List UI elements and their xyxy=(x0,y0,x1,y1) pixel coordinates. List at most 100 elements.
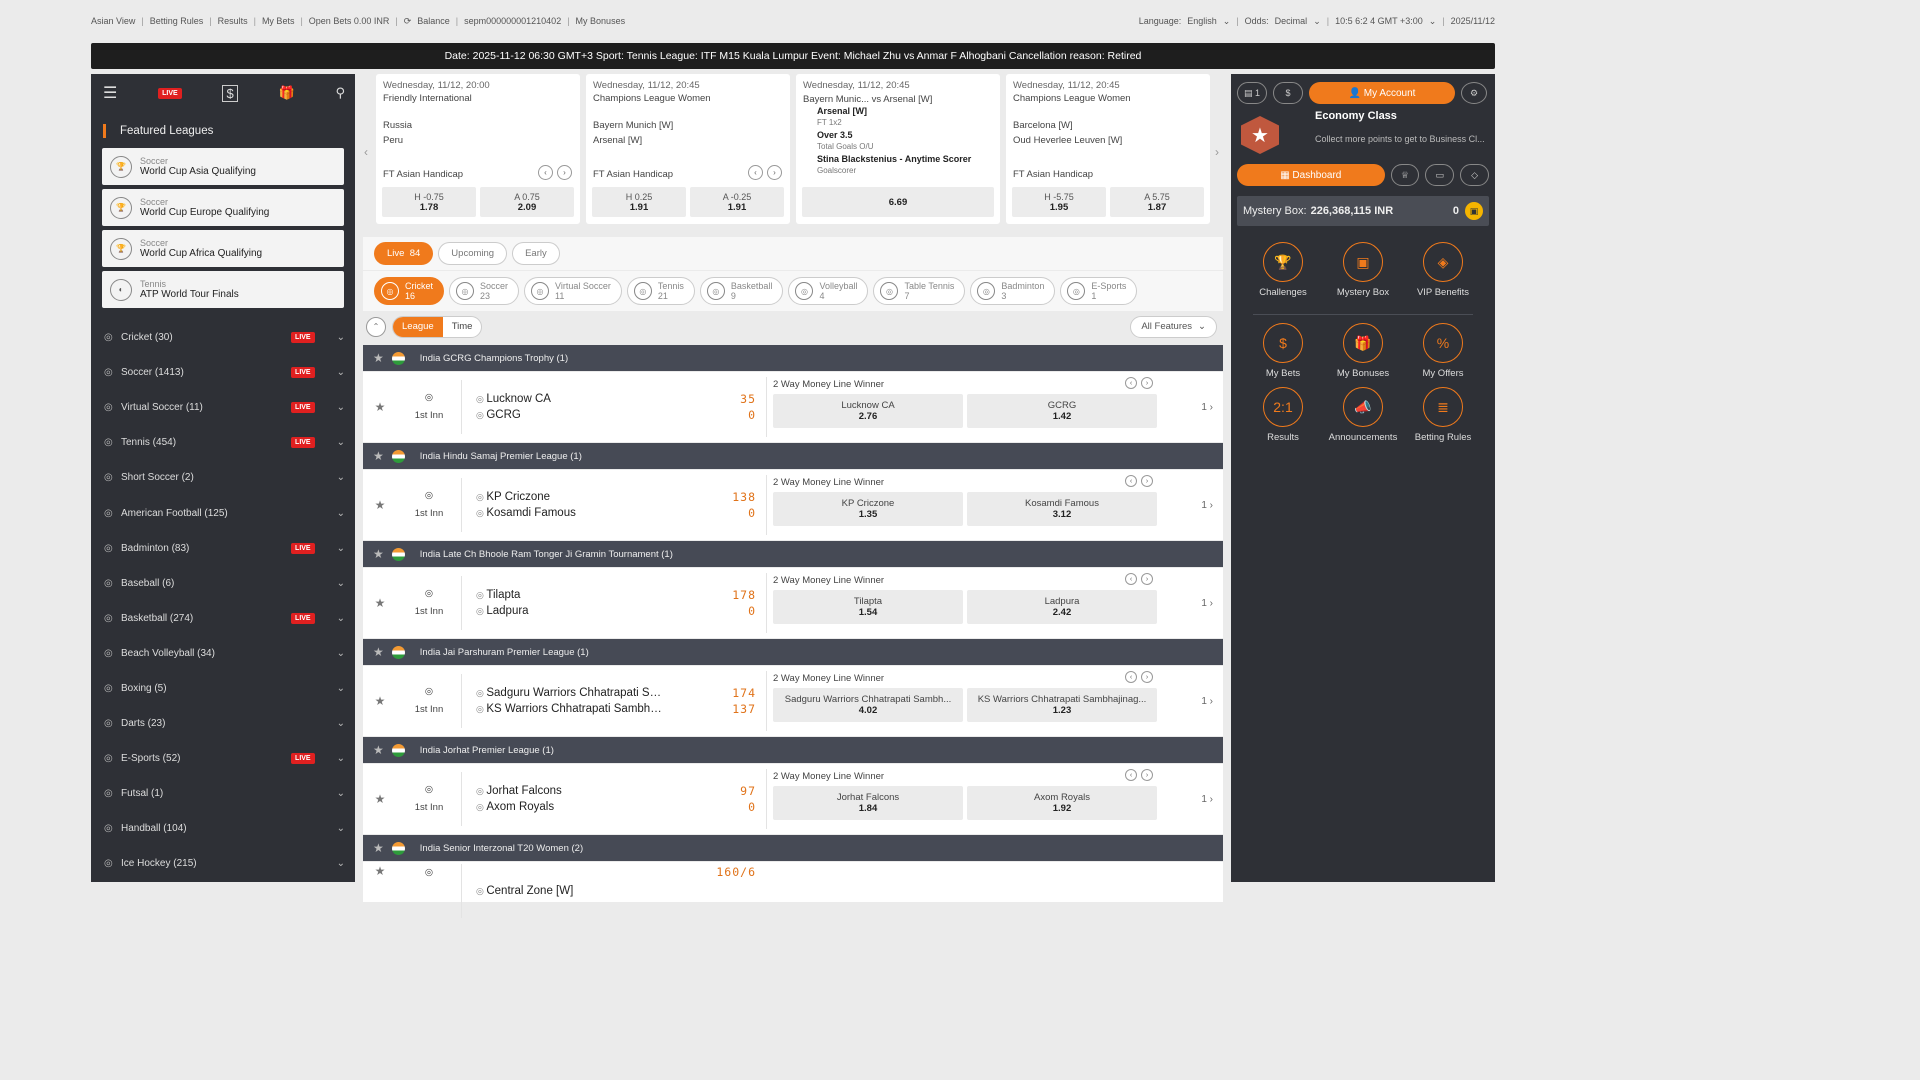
live-button[interactable]: LIVE xyxy=(158,87,182,99)
event-card[interactable]: Wednesday, 11/12, 20:00 Friendly Interna… xyxy=(376,74,580,224)
sport-filter-table-tennis[interactable]: ◎ Table Tennis 7 xyxy=(873,277,966,305)
diamond-icon[interactable]: ◇ xyxy=(1460,164,1490,186)
featured-league[interactable]: 🏆 Soccer World Cup Africa Qualifying xyxy=(102,230,344,267)
chevron-down-icon[interactable]: ⌄ xyxy=(337,508,345,519)
my-bets-link[interactable]: My Bets xyxy=(262,16,295,26)
chevron-down-icon[interactable]: ⌄ xyxy=(337,648,345,659)
chevron-down-icon[interactable]: ⌄ xyxy=(337,858,345,869)
my-bonuses-link[interactable]: My Bonuses xyxy=(576,16,626,26)
chevron-down-icon[interactable]: ⌄ xyxy=(337,683,345,694)
my-account-button[interactable]: 👤 My Account xyxy=(1309,82,1455,104)
open-bets-link[interactable]: Open Bets 0.00 INR xyxy=(309,16,390,26)
sport-filter-volleyball[interactable]: ◎ Volleyball 4 xyxy=(788,277,869,305)
chevron-left-icon[interactable]: ‹ xyxy=(1125,671,1137,683)
chevron-down-icon[interactable]: ⌄ xyxy=(337,472,345,483)
sidebar-sport-item[interactable]: ◎ Badminton (83) LIVE ⌄ xyxy=(91,531,355,566)
sidebar-sport-item[interactable]: ◎ Ice Hockey (215) ⌄ xyxy=(91,846,355,881)
star-icon[interactable]: ★ xyxy=(363,864,397,878)
match-row[interactable]: ★ ◎ 1st Inn ◎ Jorhat Falcons ◎ Axom Royals 97… xyxy=(363,764,1223,834)
odds-button[interactable]: Jorhat Falcons 1.84 xyxy=(773,786,963,820)
chevron-down-icon[interactable]: ⌄ xyxy=(337,367,345,378)
chevron-right-icon[interactable]: › xyxy=(557,165,572,180)
chevron-down-icon[interactable]: ⌄ xyxy=(337,437,345,448)
odds-button[interactable]: Ladpura 2.42 xyxy=(967,590,1157,624)
wallet-button[interactable]: $ xyxy=(1273,82,1303,104)
clock[interactable]: 10:5 6:2 4 GMT +3:00 xyxy=(1335,16,1423,26)
quick-link-my-offers[interactable]: % My Offers xyxy=(1403,323,1483,379)
chevron-left-icon[interactable]: ‹ xyxy=(538,165,553,180)
chevron-right-icon[interactable]: › xyxy=(1215,145,1219,159)
more-markets-button[interactable]: 1 › xyxy=(1201,794,1213,805)
sidebar-sport-item[interactable]: ◎ American Football (125) ⌄ xyxy=(91,495,355,530)
betslip-button[interactable]: ▤ 1 xyxy=(1237,82,1267,104)
event-card[interactable]: Wednesday, 11/12, 20:45 Champions League… xyxy=(586,74,790,224)
star-icon[interactable]: ★ xyxy=(363,498,397,512)
odds-button[interactable]: H -5.75 1.95 xyxy=(1012,187,1106,217)
sidebar-sport-item[interactable]: ◎ Boxing (5) ⌄ xyxy=(91,671,355,706)
chevron-down-icon[interactable]: ⌄ xyxy=(337,788,345,799)
chevron-down-icon[interactable]: ⌄ xyxy=(337,543,345,554)
featured-league[interactable]: 🏆 Soccer World Cup Asia Qualifying xyxy=(102,148,344,185)
tab-early[interactable]: Early xyxy=(512,242,560,265)
menu-icon[interactable]: ☰ xyxy=(103,83,117,103)
match-row[interactable]: ★ ◎ 1st Inn ◎ Tilapta ◎ Ladpura 178 0 2 Way Mon… xyxy=(363,568,1223,638)
chevron-right-icon[interactable]: › xyxy=(1141,573,1153,585)
odds-button[interactable]: A 5.75 1.87 xyxy=(1110,187,1204,217)
odds-button[interactable]: H -0.75 1.78 xyxy=(382,187,476,217)
chevron-left-icon[interactable]: ‹ xyxy=(364,145,368,159)
gear-icon[interactable]: ⚙ xyxy=(1461,82,1487,104)
sport-filter-e-sports[interactable]: ◎ E-Sports 1 xyxy=(1060,277,1138,305)
sidebar-sport-item[interactable]: ◎ Futsal (1) ⌄ xyxy=(91,776,355,811)
chevron-down-icon[interactable]: ⌄ xyxy=(337,718,345,729)
sport-filter-tennis[interactable]: ◎ Tennis 21 xyxy=(626,277,695,305)
more-markets-button[interactable]: 1 › xyxy=(1201,598,1213,609)
star-icon[interactable]: ★ xyxy=(373,743,384,757)
more-markets-button[interactable]: 1 › xyxy=(1201,402,1213,413)
sport-filter-badminton[interactable]: ◎ Badminton 3 xyxy=(970,277,1056,305)
mystery-box-bar[interactable]: Mystery Box: 226,368,115 INR 0 ▣ xyxy=(1237,196,1489,226)
sport-filter-soccer[interactable]: ◎ Soccer 23 xyxy=(449,277,520,305)
match-row[interactable]: ★ ◎ 1st Inn ◎ Lucknow CA ◎ GCRG 35 0 2 Way Mone… xyxy=(363,372,1223,442)
odds-button[interactable]: H 0.25 1.91 xyxy=(592,187,686,217)
chevron-left-icon[interactable]: ‹ xyxy=(1125,377,1137,389)
star-icon[interactable]: ★ xyxy=(363,400,397,414)
dashboard-button[interactable]: ▦ Dashboard xyxy=(1237,164,1385,186)
sport-filter-virtual-soccer[interactable]: ◎ Virtual Soccer 11 xyxy=(524,277,622,305)
quick-link-betting-rules[interactable]: ≣ Betting Rules xyxy=(1403,387,1483,443)
odds-button[interactable]: Kosamdi Famous 3.12 xyxy=(967,492,1157,526)
sort-time[interactable]: Time xyxy=(443,317,482,337)
sidebar-sport-item[interactable]: ◎ Handball (104) ⌄ xyxy=(91,811,355,846)
chevron-right-icon[interactable]: › xyxy=(1141,671,1153,683)
gift-icon[interactable]: 🎁 xyxy=(278,85,294,101)
star-icon[interactable]: ★ xyxy=(363,596,397,610)
results-link[interactable]: Results xyxy=(218,16,248,26)
star-icon[interactable]: ★ xyxy=(373,351,384,365)
collapse-icon[interactable]: ⌃ xyxy=(366,316,386,337)
language-select[interactable]: English xyxy=(1187,16,1217,26)
refresh-icon[interactable]: ⟳ xyxy=(404,16,412,27)
sport-filter-cricket[interactable]: ◎ Cricket 16 xyxy=(374,277,445,305)
match-row[interactable]: ★ ◎ 1st Inn ◎ Sadguru Warriors Chhatrapati … xyxy=(363,666,1223,736)
chevron-right-icon[interactable]: › xyxy=(767,165,782,180)
quick-link-announcements[interactable]: 📣 Announcements xyxy=(1323,387,1403,443)
chevron-left-icon[interactable]: ‹ xyxy=(1125,769,1137,781)
search-icon[interactable]: ⚲ xyxy=(335,85,345,101)
sort-league[interactable]: League xyxy=(393,316,443,337)
sidebar-sport-item[interactable]: ◎ Cricket (30) LIVE ⌄ xyxy=(91,320,355,355)
league-header[interactable]: ★ India Hindu Samaj Premier League (1) xyxy=(363,443,1223,469)
event-card[interactable]: Wednesday, 11/12, 20:45 Bayern Munic... … xyxy=(796,74,1000,224)
asian-view-link[interactable]: Asian View xyxy=(91,16,135,26)
odds-button[interactable]: KS Warriors Chhatrapati Sambhajinag... 1.… xyxy=(967,688,1157,722)
quick-link-my-bonuses[interactable]: 🎁 My Bonuses xyxy=(1323,323,1403,379)
chevron-left-icon[interactable]: ‹ xyxy=(1125,475,1137,487)
odds-button[interactable]: A -0.25 1.91 xyxy=(690,187,784,217)
odds-button[interactable]: Axom Royals 1.92 xyxy=(967,786,1157,820)
sidebar-sport-item[interactable]: ◎ Baseball (6) ⌄ xyxy=(91,566,355,601)
star-icon[interactable]: ★ xyxy=(373,645,384,659)
chevron-right-icon[interactable]: › xyxy=(1141,769,1153,781)
chevron-right-icon[interactable]: › xyxy=(1141,475,1153,487)
event-card[interactable]: Wednesday, 11/12, 20:45 Champions League… xyxy=(1006,74,1210,224)
sport-filter-basketball[interactable]: ◎ Basketball 9 xyxy=(699,277,784,305)
match-row[interactable]: ★ ◎ ◎ Central Zone [W] 160/6 xyxy=(363,862,1223,918)
sidebar-sport-item[interactable]: ◎ Soccer (1413) LIVE ⌄ xyxy=(91,355,355,390)
